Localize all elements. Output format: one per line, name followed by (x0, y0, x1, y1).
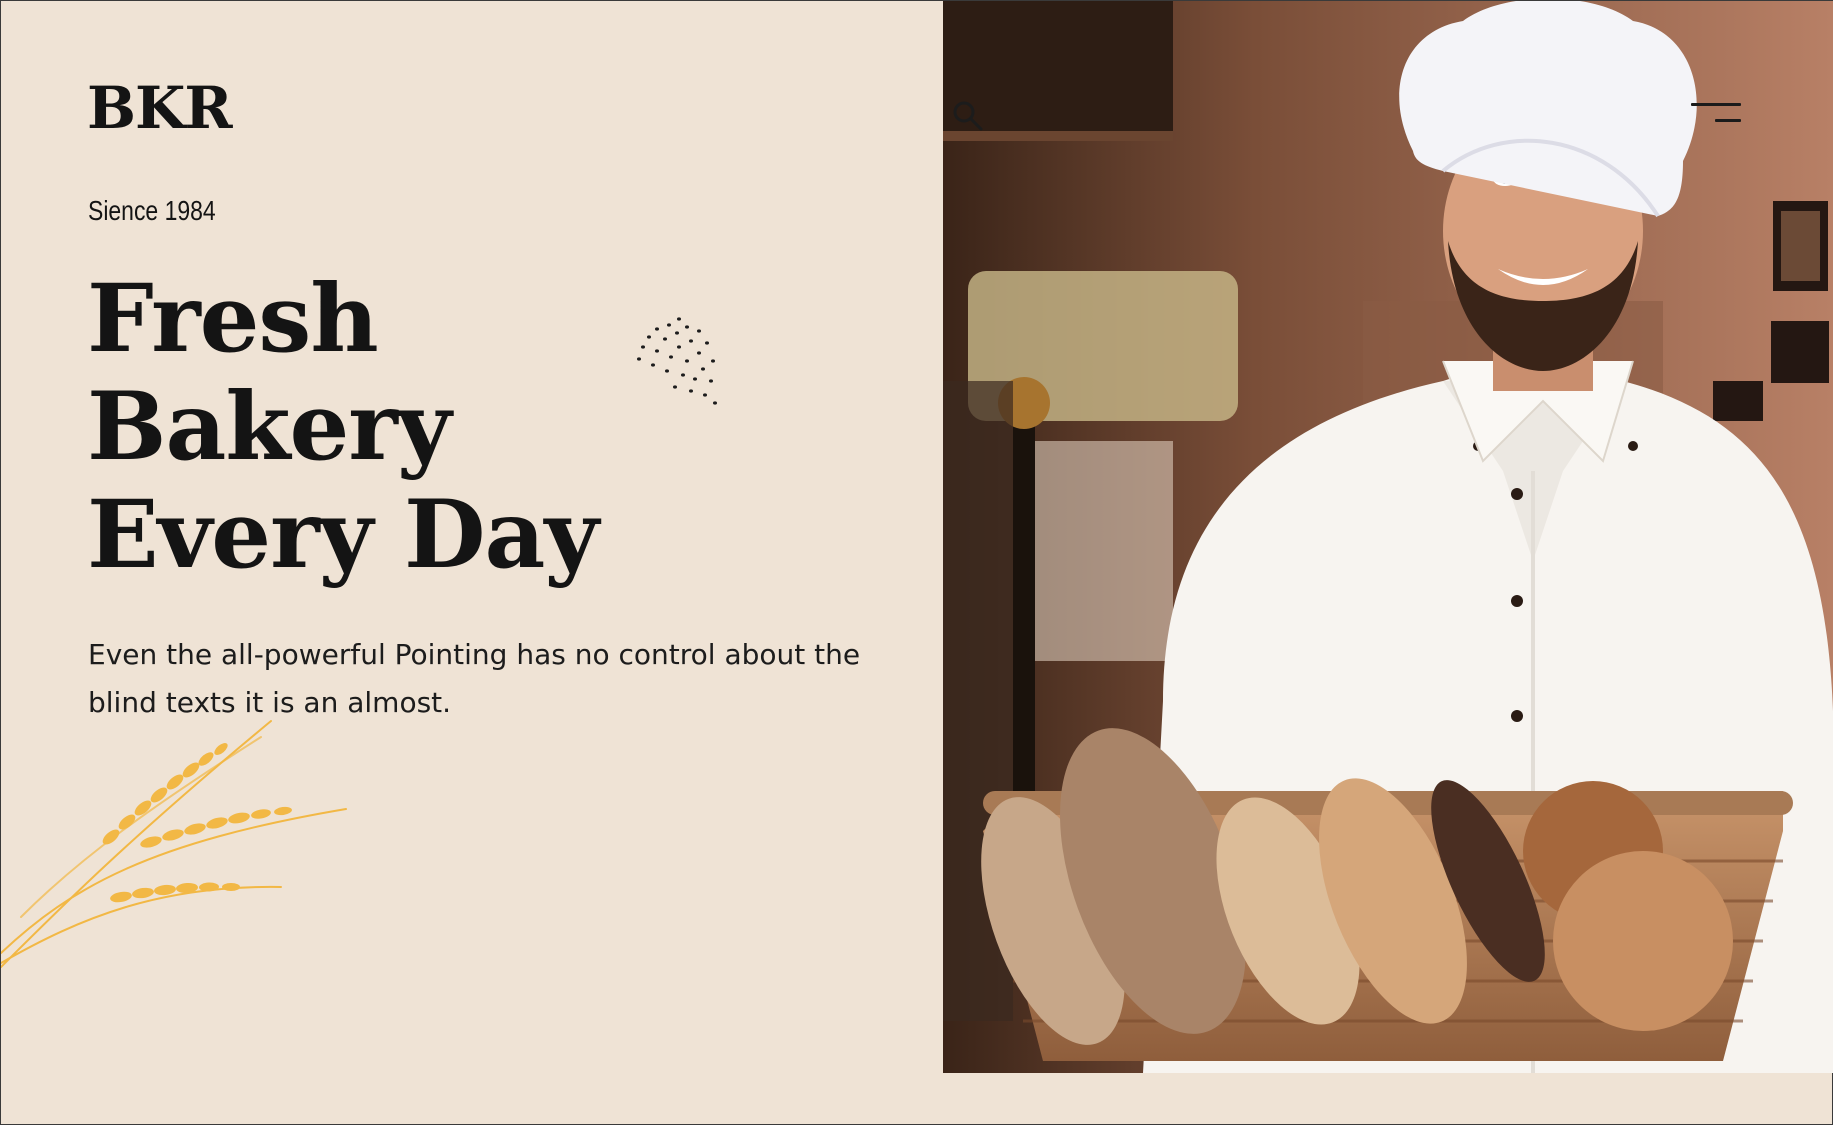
page: BKR Sience 1984 Fresh Bakery Every Day E… (0, 0, 1833, 1125)
sesame-seeds-decoration (637, 317, 717, 405)
since-tagline: Sience 1984 (88, 195, 216, 226)
hamburger-menu-icon (1691, 101, 1747, 131)
headline-line-1: Fresh (87, 264, 379, 374)
search-button[interactable] (951, 99, 985, 133)
headline-line-2: Bakery (87, 372, 451, 482)
headline-line-3: Every Day (87, 480, 599, 590)
hero-headline: Fresh Bakery Every Day (87, 264, 599, 590)
menu-bar-bottom (1715, 119, 1741, 122)
hero-photo-baker (943, 1, 1833, 1073)
hero-description: Even the all-powerful Pointing has no co… (88, 638, 861, 719)
menu-button[interactable] (1691, 101, 1747, 131)
wheat-decoration (1, 720, 347, 968)
brand-logo[interactable]: BKR (87, 79, 233, 137)
search-icon (953, 101, 983, 131)
menu-bar-top (1691, 103, 1741, 106)
